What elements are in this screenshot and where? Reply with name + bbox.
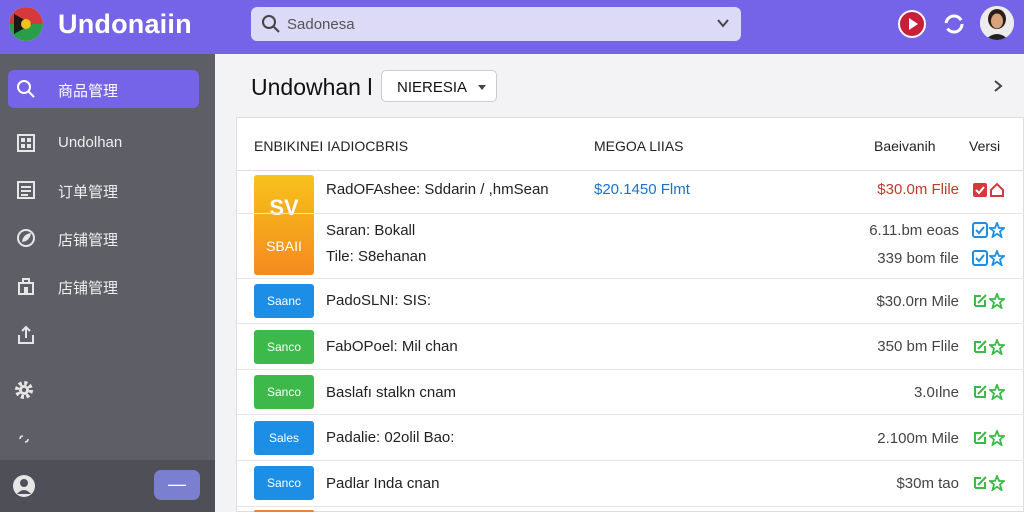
- page-title: Undowhan l: [251, 74, 373, 100]
- sidebar-item-label: 订单管理: [58, 184, 119, 201]
- sidebar-item-orders[interactable]: 订单管理: [8, 171, 199, 209]
- home-icon[interactable]: [989, 182, 1005, 198]
- sidebar-item-settings[interactable]: [8, 369, 199, 407]
- edit-icon[interactable]: [972, 430, 988, 446]
- row-price: $30.0rn Mile: [876, 293, 959, 310]
- search-bar[interactable]: [251, 7, 741, 41]
- row-divider: [237, 278, 1024, 279]
- row-divider: [237, 414, 1024, 415]
- sidebar-item-label: 店铺管理: [58, 280, 119, 297]
- edit-icon[interactable]: [972, 339, 988, 355]
- link-icon: [19, 435, 29, 443]
- user-icon[interactable]: [12, 474, 36, 498]
- row-price: $30.0m Flile: [877, 181, 959, 198]
- row-name[interactable]: FabOPoel: Mil chan: [326, 338, 458, 355]
- star-icon[interactable]: [989, 250, 1005, 266]
- dropdown-value: NIERESIA: [397, 79, 468, 96]
- upload-icon: [18, 325, 34, 344]
- row-info: $20.1450 Flmt: [594, 181, 690, 198]
- row-divider: [237, 213, 1024, 214]
- checkbox-icon[interactable]: [972, 222, 988, 238]
- avatar-image: [980, 6, 1014, 40]
- row-price: 3.0ılne: [913, 384, 959, 401]
- star-icon[interactable]: [989, 339, 1005, 355]
- column-header[interactable]: ENBIKINEI IADIOCBRIS: [254, 138, 408, 154]
- row-divider: [237, 460, 1024, 461]
- grid-icon: [17, 134, 35, 152]
- sidebar: 商品管理 Undolhan 订单管理 店铺管理 店铺管理 —: [0, 54, 215, 512]
- row-divider: [237, 369, 1024, 370]
- column-header[interactable]: MEGOA LIIAS: [594, 138, 683, 154]
- row-name[interactable]: Tile: S8ehanan: [326, 248, 426, 265]
- row-divider: [237, 506, 1024, 507]
- sidebar-item-upload[interactable]: [8, 316, 199, 354]
- list-icon: [17, 181, 35, 199]
- sidebar-item-link[interactable]: [8, 420, 199, 458]
- logo-icon: [9, 7, 43, 41]
- product-badge: Sanco: [254, 330, 314, 364]
- row-name[interactable]: Baslafı stalkn cnam: [326, 384, 456, 401]
- row-price: 6.11.bm eoas: [869, 222, 959, 239]
- top-bar: Undonaiin: [0, 0, 1024, 54]
- checkbox-icon[interactable]: [972, 250, 988, 266]
- search-icon: [17, 80, 35, 98]
- product-table: ENBIKINEI IADIOCBRIS MEGOA LIIAS Baeivan…: [236, 117, 1024, 512]
- row-price: $30m tao: [896, 475, 959, 492]
- sidebar-item-label: 商品管理: [58, 83, 119, 100]
- edit-icon[interactable]: [972, 293, 988, 309]
- product-badge: SV SBAII: [254, 175, 314, 275]
- leaf-icon: [17, 229, 35, 247]
- star-icon[interactable]: [989, 430, 1005, 446]
- collapse-button[interactable]: —: [154, 470, 200, 500]
- edit-icon[interactable]: [972, 475, 988, 491]
- row-price: 2.100m Mile: [877, 430, 959, 447]
- product-badge: Sanco: [254, 466, 314, 500]
- star-icon[interactable]: [989, 293, 1005, 309]
- sidebar-item-label: Undolhan: [58, 134, 123, 151]
- sidebar-item-store[interactable]: 店铺管理: [8, 267, 199, 305]
- row-name[interactable]: Saran: Bokall: [326, 222, 415, 239]
- header-divider: [237, 170, 1024, 171]
- row-divider: [237, 323, 1024, 324]
- sidebar-item-shop[interactable]: 店铺管理: [8, 219, 199, 257]
- row-name[interactable]: Padlar Inda cnan: [326, 475, 439, 492]
- star-icon[interactable]: [989, 384, 1005, 400]
- sidebar-item-search[interactable]: 商品管理: [8, 70, 199, 108]
- checkbox-icon[interactable]: [972, 182, 988, 198]
- row-name[interactable]: RadOFAshee: Sddarin / ,hmSean: [326, 181, 549, 198]
- badge-main-text: SV: [269, 195, 299, 220]
- column-header[interactable]: Baeivanih: [874, 138, 936, 154]
- edit-icon[interactable]: [972, 384, 988, 400]
- row-name[interactable]: Padalie: 02olil Bao:: [326, 429, 454, 446]
- row-name[interactable]: PadoSLNI: SIS:: [326, 292, 431, 309]
- product-badge: Saanc: [254, 284, 314, 318]
- star-icon[interactable]: [989, 222, 1005, 238]
- chevron-right-icon[interactable]: [990, 78, 1006, 94]
- column-header[interactable]: Versi: [969, 138, 1000, 154]
- sidebar-item-undolhan[interactable]: Undolhan: [8, 124, 199, 162]
- row-price: 350 bm Flile: [877, 338, 959, 355]
- sync-icon[interactable]: [940, 10, 968, 38]
- gear-icon: [15, 381, 33, 399]
- star-icon[interactable]: [989, 475, 1005, 491]
- app-title: Undonaiin: [58, 9, 192, 39]
- region-dropdown[interactable]: NIERESIA: [381, 70, 497, 102]
- search-icon: [262, 15, 280, 33]
- search-input[interactable]: [287, 13, 687, 35]
- caret-down-icon: [478, 85, 486, 90]
- record-button[interactable]: [898, 10, 926, 38]
- product-badge: Sales: [254, 421, 314, 455]
- sidebar-item-label: 店铺管理: [58, 232, 119, 249]
- row-price: 339 bom file: [877, 250, 959, 267]
- product-badge: Sanco: [254, 375, 314, 409]
- badge-sub-text: SBAII: [266, 238, 302, 254]
- avatar[interactable]: [980, 6, 1014, 40]
- chevron-down-icon[interactable]: [715, 15, 731, 31]
- sidebar-footer: —: [0, 460, 215, 512]
- shop-icon: [18, 278, 34, 295]
